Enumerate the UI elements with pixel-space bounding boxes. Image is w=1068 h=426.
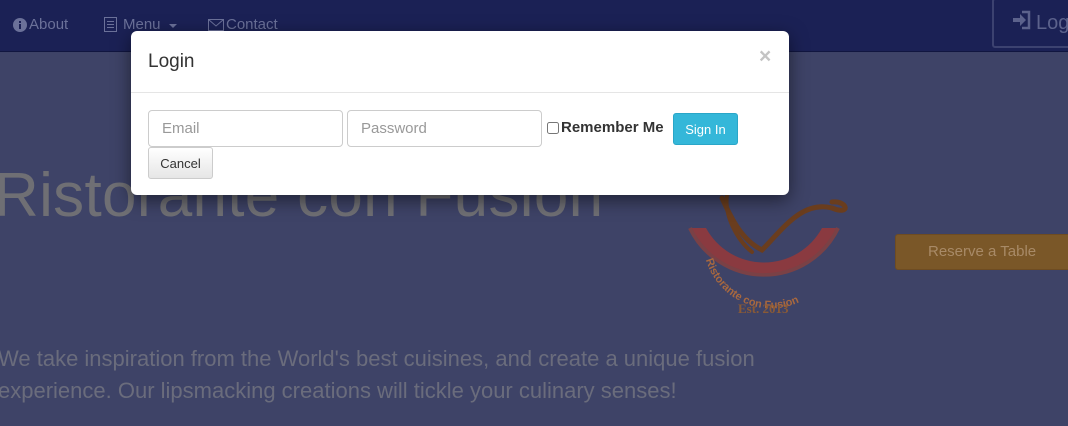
remember-me-checkbox[interactable] [547, 121, 559, 134]
password-field[interactable] [347, 110, 542, 147]
log-in-icon [1012, 10, 1032, 36]
hero-description-line1: We take inspiration from the World's bes… [0, 346, 755, 371]
sign-in-button[interactable]: Sign In [673, 113, 738, 145]
chevron-down-icon [168, 23, 177, 28]
info-circle-icon [13, 17, 27, 32]
hero-description-line2: experience. Our lipsmacking creations wi… [0, 378, 677, 403]
remember-me[interactable]: Remember Me [547, 119, 664, 136]
close-icon[interactable]: × [759, 46, 771, 67]
envelope-icon [208, 18, 224, 31]
nav-about-label: About [29, 16, 69, 33]
login-button[interactable]: Login [992, 0, 1068, 48]
modal-title: Login [148, 51, 195, 72]
remember-me-label: Remember Me [561, 119, 664, 136]
reserve-table-button[interactable]: Reserve a Table [895, 234, 1068, 270]
nav-about[interactable]: About [13, 16, 68, 33]
modal-header: Login × [131, 31, 789, 93]
restaurant-logo: Ristorante con Fusion Est. 2013 [688, 193, 848, 316]
cancel-button[interactable]: Cancel [148, 147, 213, 179]
logo-est-text: Est. 2013 [738, 301, 789, 316]
list-alt-icon [104, 17, 117, 32]
login-button-label: Login [1036, 11, 1068, 34]
email-field[interactable] [148, 110, 343, 147]
login-modal: Login × Remember Me Sign In Cancel [131, 31, 789, 195]
